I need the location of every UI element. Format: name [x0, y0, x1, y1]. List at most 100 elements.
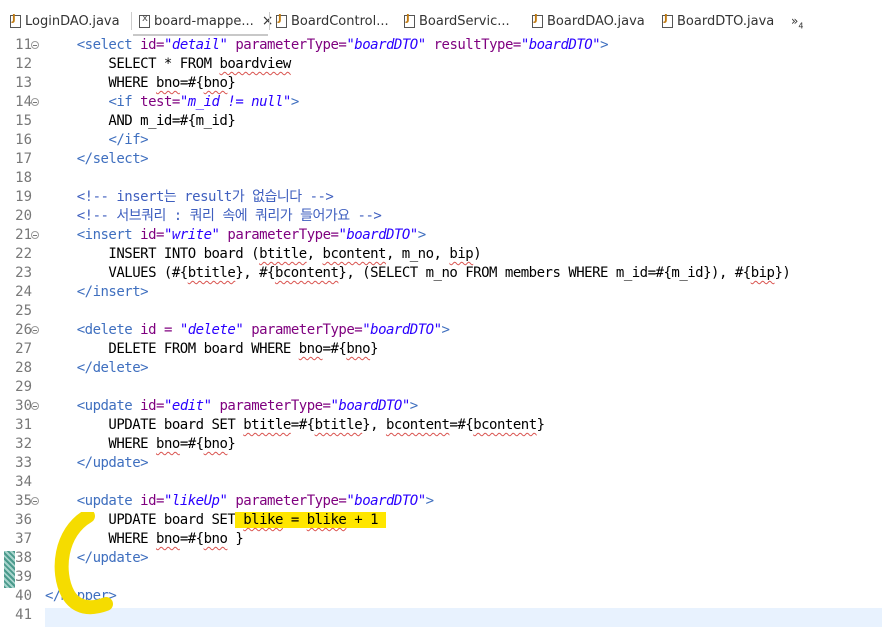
- line-number: 27: [15, 341, 32, 357]
- yellow-annotation-stroke: [54, 512, 113, 615]
- code-text[interactable]: SELECT * FROM boardview: [45, 55, 291, 74]
- tab-overflow-button[interactable]: »4: [791, 14, 803, 30]
- code-text[interactable]: WHERE bno=#{bno}: [45, 435, 235, 454]
- tab-boardcontroller[interactable]: BoardControl...: [276, 9, 389, 33]
- line-number: 23: [15, 265, 32, 281]
- code-line[interactable]: 17 </select>: [0, 150, 882, 169]
- line-number: 37: [15, 531, 32, 547]
- fold-collapse-icon[interactable]: [31, 231, 39, 239]
- code-text[interactable]: </delete>: [45, 359, 149, 378]
- code-line[interactable]: 12 SELECT * FROM boardview: [0, 55, 882, 74]
- tab-logindao[interactable]: LoginDAO.java: [10, 9, 120, 33]
- code-text[interactable]: <select id="detail" parameterType="board…: [45, 36, 609, 55]
- code-text[interactable]: <delete id = "delete" parameterType="boa…: [45, 321, 450, 340]
- code-text[interactable]: <!-- 서브쿼리 : 쿼리 속에 쿼리가 들어가요 -->: [45, 207, 382, 226]
- code-line[interactable]: 33 </update>: [0, 454, 882, 473]
- code-text[interactable]: </update>: [45, 454, 149, 473]
- tab-boardservice[interactable]: BoardServic...: [404, 9, 510, 33]
- line-number: 34: [15, 474, 32, 490]
- fold-collapse-icon[interactable]: [31, 326, 39, 334]
- code-line[interactable]: 38 </update>: [0, 549, 882, 568]
- code-line[interactable]: 32 WHERE bno=#{bno}: [0, 435, 882, 454]
- line-number: 41: [15, 607, 32, 623]
- code-line[interactable]: 41: [0, 606, 882, 625]
- code-line[interactable]: 14 <if test="m_id != null">: [0, 93, 882, 112]
- java-file-icon: [404, 13, 415, 28]
- line-number: 16: [15, 132, 32, 148]
- java-file-icon: [276, 13, 287, 28]
- fold-collapse-icon[interactable]: [31, 98, 39, 106]
- code-line[interactable]: 19 <!-- insert는 result가 없습니다 -->: [0, 188, 882, 207]
- code-line[interactable]: 28 </delete>: [0, 359, 882, 378]
- java-file-icon: [532, 13, 543, 28]
- code-line[interactable]: 26 <delete id = "delete" parameterType="…: [0, 321, 882, 340]
- tab-label: BoardDTO.java: [677, 13, 775, 29]
- tab-boarddto[interactable]: BoardDTO.java: [662, 9, 774, 33]
- line-number: 21: [15, 227, 32, 243]
- code-editor[interactable]: 11 <select id="detail" parameterType="bo…: [0, 36, 882, 627]
- code-line[interactable]: 21 <insert id="write" parameterType="boa…: [0, 226, 882, 245]
- code-line[interactable]: 36 UPDATE board SET blike = blike + 1: [0, 511, 882, 530]
- code-text[interactable]: <if test="m_id != null">: [45, 93, 299, 112]
- line-number: 11: [15, 37, 32, 53]
- tab-boarddao[interactable]: BoardDAO.java: [532, 9, 645, 33]
- code-line[interactable]: 37 WHERE bno=#{bno }: [0, 530, 882, 549]
- line-number: 32: [15, 436, 32, 452]
- line-number: 36: [15, 512, 32, 528]
- line-number: 29: [15, 379, 32, 395]
- code-text[interactable]: VALUES (#{btitle}, #{bcontent}, (SELECT …: [45, 264, 790, 283]
- code-text[interactable]: <!-- insert는 result가 없습니다 -->: [45, 188, 334, 207]
- line-number: 28: [15, 360, 32, 376]
- code-text[interactable]: DELETE FROM board WHERE bno=#{bno}: [45, 340, 378, 359]
- close-icon[interactable]: ×: [262, 13, 274, 29]
- code-text[interactable]: </insert>: [45, 283, 149, 302]
- code-line[interactable]: 13 WHERE bno=#{bno}: [0, 74, 882, 93]
- code-line[interactable]: 40 </mapper>: [0, 587, 882, 606]
- code-text[interactable]: <update id="edit" parameterType="boardDT…: [45, 397, 419, 416]
- tab-board-mapper[interactable]: board-mappe... ×: [139, 9, 274, 33]
- line-number: 30: [15, 398, 32, 414]
- code-text[interactable]: INSERT INTO board (btitle, bcontent, m_n…: [45, 245, 481, 264]
- code-line[interactable]: 20 <!-- 서브쿼리 : 쿼리 속에 쿼리가 들어가요 -->: [0, 207, 882, 226]
- code-line[interactable]: 29: [0, 378, 882, 397]
- code-text[interactable]: <update id="likeUp" parameterType="board…: [45, 492, 434, 511]
- code-line[interactable]: 18: [0, 169, 882, 188]
- code-line[interactable]: 15 AND m_id=#{m_id}: [0, 112, 882, 131]
- code-line[interactable]: 23 VALUES (#{btitle}, #{bcontent}, (SELE…: [0, 264, 882, 283]
- code-line[interactable]: 25: [0, 302, 882, 321]
- java-file-icon: [10, 13, 21, 28]
- line-number: 31: [15, 417, 32, 433]
- tab-label: BoardServic...: [419, 13, 510, 29]
- code-line[interactable]: 35 <update id="likeUp" parameterType="bo…: [0, 492, 882, 511]
- line-number: 38: [15, 550, 32, 566]
- code-text[interactable]: UPDATE board SET btitle=#{btitle}, bcont…: [45, 416, 545, 435]
- code-line[interactable]: 11 <select id="detail" parameterType="bo…: [0, 36, 882, 55]
- code-text[interactable]: AND m_id=#{m_id}: [45, 112, 235, 131]
- code-line[interactable]: 34: [0, 473, 882, 492]
- code-line[interactable]: 24 </insert>: [0, 283, 882, 302]
- code-line[interactable]: 31 UPDATE board SET btitle=#{btitle}, bc…: [0, 416, 882, 435]
- line-number: 17: [15, 151, 32, 167]
- line-number: 22: [15, 246, 32, 262]
- editor-tab-bar: LoginDAO.java board-mappe... × BoardCont…: [0, 0, 882, 36]
- code-text[interactable]: WHERE bno=#{bno}: [45, 74, 235, 93]
- tab-divider: [131, 12, 132, 30]
- line-number: 26: [15, 322, 32, 338]
- fold-collapse-icon[interactable]: [31, 402, 39, 410]
- java-file-icon: [662, 13, 673, 28]
- code-line[interactable]: 22 INSERT INTO board (btitle, bcontent, …: [0, 245, 882, 264]
- code-line[interactable]: 16 </if>: [0, 131, 882, 150]
- code-text[interactable]: </select>: [45, 150, 149, 169]
- code-line[interactable]: 27 DELETE FROM board WHERE bno=#{bno}: [0, 340, 882, 359]
- code-text[interactable]: </if>: [45, 131, 148, 150]
- line-number: 25: [15, 303, 32, 319]
- code-text[interactable]: <insert id="write" parameterType="boardD…: [45, 226, 426, 245]
- tab-label: board-mappe...: [154, 13, 254, 29]
- code-line[interactable]: 39: [0, 568, 882, 587]
- fold-collapse-icon[interactable]: [31, 41, 39, 49]
- tab-label: BoardDAO.java: [547, 13, 645, 29]
- code-line[interactable]: 30 <update id="edit" parameterType="boar…: [0, 397, 882, 416]
- fold-collapse-icon[interactable]: [31, 497, 39, 505]
- line-number: 12: [15, 56, 32, 72]
- tab-label: LoginDAO.java: [25, 13, 120, 29]
